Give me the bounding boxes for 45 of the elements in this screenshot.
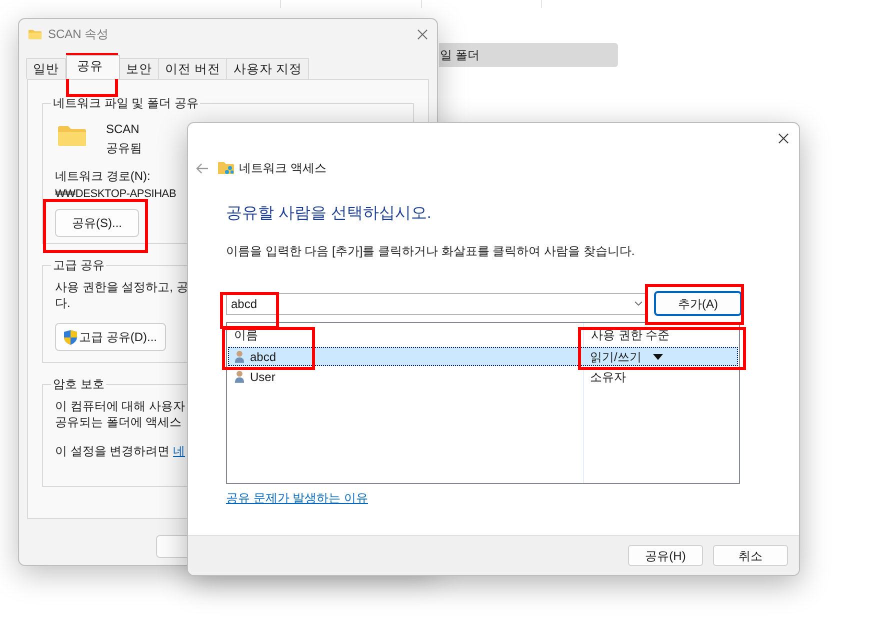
share-status: 공유됨: [106, 140, 142, 157]
dialog-button[interactable]: 취소: [713, 545, 788, 566]
advanced-share-button[interactable]: 고급 공유(D)...: [55, 323, 166, 351]
list-row[interactable]: abcd 읽기/쓰기: [228, 347, 738, 366]
user-icon: [234, 350, 245, 363]
instruction-text: 이름을 입력한 다음 [추가]를 클릭하거나 화살표를 클릭하여 사람을 찾습니다.: [226, 243, 636, 260]
user-name: User: [250, 368, 276, 386]
name-combo-box[interactable]: abcd: [226, 292, 648, 314]
name-input[interactable]: abcd: [231, 294, 634, 312]
folder-icon: [57, 125, 87, 147]
column-header[interactable]: 이름: [234, 328, 258, 342]
description-text: 이 설정을 변경하려면: [55, 444, 170, 458]
back-arrow-icon[interactable]: [196, 162, 209, 174]
description-text: 이 컴퓨터에 대해 사용자 공유되는 폴더에 액세스: [55, 398, 186, 430]
group-title: 고급 공유: [52, 257, 106, 274]
user-icon: [234, 370, 245, 383]
close-icon[interactable]: [778, 132, 789, 144]
add-button[interactable]: 추가(A): [654, 291, 742, 316]
path-label: 네트워크 경로(N):: [55, 168, 150, 185]
shield-icon: [64, 330, 77, 344]
dropdown-arrow-icon[interactable]: [653, 354, 664, 360]
folder-icon: [28, 28, 42, 40]
permission-level: 소유자: [590, 368, 626, 386]
chevron-down-icon[interactable]: [634, 301, 643, 306]
share-button[interactable]: 공유(S)...: [55, 209, 139, 237]
column-header[interactable]: 사용 권한 수준: [591, 328, 670, 342]
dialog-button[interactable]: 공유(H): [628, 545, 703, 566]
settings-link[interactable]: 네: [173, 444, 186, 458]
file-row[interactable]: 일 폴더: [439, 43, 618, 67]
group-title: 네트워크 파일 및 폴더 공유: [52, 95, 200, 112]
description-text: 사용 권한을 설정하고, 공 다.: [55, 279, 188, 311]
user-name: abcd: [250, 348, 276, 366]
folder-name: SCAN: [106, 121, 140, 138]
help-link[interactable]: 공유 문제가 발생하는 이유: [226, 489, 368, 507]
list-row[interactable]: User 소유자: [228, 367, 738, 386]
dialog-title: 네트워크 액세스: [239, 160, 326, 177]
dialog-heading: 공유할 사람을 선택하십시오.: [226, 204, 432, 224]
window-title: SCAN 속성: [48, 26, 109, 43]
tab[interactable]: 일반: [26, 58, 66, 79]
tab[interactable]: 공유: [66, 55, 120, 79]
network-path: ₩₩DESKTOP-APSIHAB: [55, 187, 176, 202]
group-title: 암호 보호: [52, 376, 106, 393]
permission-level: 읽기/쓰기: [590, 348, 642, 366]
network-folder-icon: [218, 161, 234, 175]
tab[interactable]: 사용자 지정: [226, 58, 309, 79]
